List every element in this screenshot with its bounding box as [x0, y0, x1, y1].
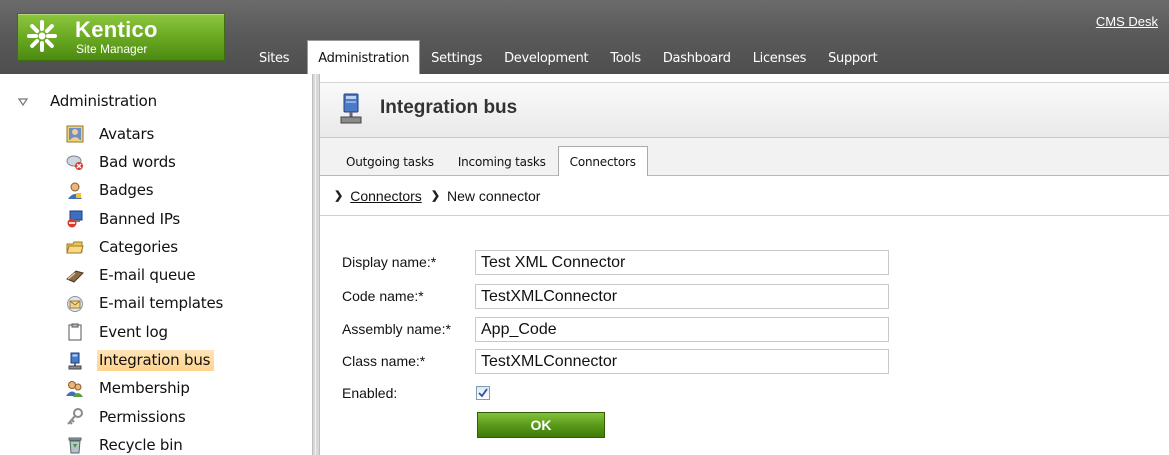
ok-button[interactable]: OK: [477, 412, 605, 438]
tree-item-bad-words[interactable]: Bad words: [66, 148, 227, 176]
page-header: Integration bus: [320, 82, 1169, 138]
top-navigation: Sites Administration Settings Developmen…: [248, 40, 888, 74]
code-name-field[interactable]: [475, 283, 889, 309]
kentico-logo[interactable]: Kentico Site Manager: [17, 13, 225, 61]
tab-tools[interactable]: Tools: [599, 40, 652, 74]
code-name-label: Code name:*: [342, 288, 424, 304]
assembly-name-label: Assembly name:*: [342, 321, 451, 337]
tab-administration[interactable]: Administration: [307, 40, 421, 74]
kentico-logo-icon: [27, 20, 57, 52]
tree-item-label: E-mail queue: [99, 266, 196, 285]
main-panel: Integration bus Outgoing tasks Incoming …: [320, 74, 1169, 455]
tab-sites[interactable]: Sites: [248, 40, 300, 74]
breadcrumb-chevron-icon: ❯: [430, 190, 441, 202]
tab-dashboard[interactable]: Dashboard: [652, 40, 742, 74]
cms-desk-link[interactable]: CMS Desk: [1096, 14, 1158, 29]
membership-icon: [66, 380, 83, 397]
tree-list: Avatars Bad words Badges Banned IPs Cate…: [66, 120, 227, 455]
event-log-icon: [68, 323, 82, 341]
banned-ips-icon: [67, 210, 83, 228]
breadcrumb-link-connectors[interactable]: Connectors: [350, 188, 422, 204]
tree-item-label: Membership: [99, 379, 190, 398]
integration-bus-icon: [340, 93, 362, 124]
form-row-enabled: Enabled:: [342, 380, 490, 406]
logo-name: Kentico: [75, 17, 158, 42]
tree-item-label: Bad words: [99, 152, 176, 171]
tab-settings[interactable]: Settings: [420, 40, 493, 74]
class-name-label: Class name:*: [342, 353, 426, 369]
email-templates-icon: [67, 295, 83, 312]
tree-item-label: Banned IPs: [99, 209, 181, 228]
form-row-assembly-name: Assembly name:*: [342, 316, 889, 342]
tree-item-label: Integration bus: [97, 350, 215, 372]
tab-connectors[interactable]: Connectors: [557, 146, 648, 177]
form-row-class-name: Class name:*: [342, 348, 889, 374]
subtabs: Outgoing tasks Incoming tasks Connectors: [334, 145, 648, 177]
categories-icon: [66, 241, 84, 254]
tree-item-label: E-mail templates: [99, 294, 224, 313]
new-connector-form: Display name:* Code name:* Assembly name…: [320, 216, 1169, 455]
display-name-field[interactable]: [475, 249, 889, 275]
display-name-label: Display name:*: [342, 254, 437, 270]
form-row-code-name: Code name:*: [342, 283, 889, 309]
recycle-bin-icon: [68, 437, 82, 454]
tree-item-avatars[interactable]: Avatars: [66, 120, 227, 148]
tab-development[interactable]: Development: [493, 40, 599, 74]
tree-item-label: Badges: [99, 181, 154, 200]
kentico-site-manager: Kentico Site Manager CMS Desk Sites Admi…: [0, 0, 1169, 455]
checkmark-icon: [478, 388, 488, 398]
collapse-triangle-icon[interactable]: [18, 97, 28, 107]
subtabs-bar: Outgoing tasks Incoming tasks Connectors: [320, 138, 1169, 177]
tree-item-badges[interactable]: Badges: [66, 177, 227, 205]
permissions-icon: [67, 408, 83, 425]
class-name-field[interactable]: [475, 348, 889, 374]
avatars-icon: [66, 125, 84, 143]
tree-item-recycle-bin[interactable]: Recycle bin: [66, 431, 227, 455]
assembly-name-field[interactable]: [475, 316, 889, 342]
tab-support[interactable]: Support: [817, 40, 888, 74]
tree-item-email-templates[interactable]: E-mail templates: [66, 290, 227, 318]
tree-root-administration[interactable]: Administration: [50, 92, 157, 110]
tree-item-label: Categories: [99, 237, 178, 256]
panel-splitter[interactable]: [312, 74, 320, 455]
bad-words-icon: [66, 155, 83, 171]
tree-item-email-queue[interactable]: E-mail queue: [66, 261, 227, 289]
top-header: Kentico Site Manager CMS Desk Sites Admi…: [0, 0, 1169, 74]
tab-outgoing-tasks[interactable]: Outgoing tasks: [334, 155, 446, 176]
email-queue-icon: [66, 270, 84, 283]
integration-bus-icon: [68, 352, 82, 370]
tree-item-membership[interactable]: Membership: [66, 375, 227, 403]
tab-incoming-tasks[interactable]: Incoming tasks: [446, 155, 558, 176]
tree-item-label: Avatars: [99, 124, 155, 143]
breadcrumb-chevron-icon: ❯: [334, 190, 344, 202]
form-row-display-name: Display name:*: [342, 249, 889, 275]
tree-item-label: Permissions: [99, 407, 186, 426]
tree-item-integration-bus[interactable]: Integration bus: [66, 346, 227, 374]
logo-subtitle: Site Manager: [76, 42, 148, 56]
tree-item-banned-ips[interactable]: Banned IPs: [66, 205, 227, 233]
enabled-label: Enabled:: [342, 385, 398, 401]
tree-item-event-log[interactable]: Event log: [66, 318, 227, 346]
tab-licenses[interactable]: Licenses: [742, 40, 817, 74]
tree-item-label: Recycle bin: [99, 435, 183, 454]
badges-icon: [68, 182, 82, 199]
tree-item-label: Event log: [99, 322, 168, 341]
tree-item-categories[interactable]: Categories: [66, 233, 227, 261]
breadcrumb: ❯ Connectors ❯ New connector: [320, 176, 1169, 216]
breadcrumb-current: New connector: [447, 187, 541, 204]
enabled-checkbox[interactable]: [476, 386, 490, 400]
page-title: Integration bus: [380, 97, 518, 118]
tree-item-permissions[interactable]: Permissions: [66, 403, 227, 431]
